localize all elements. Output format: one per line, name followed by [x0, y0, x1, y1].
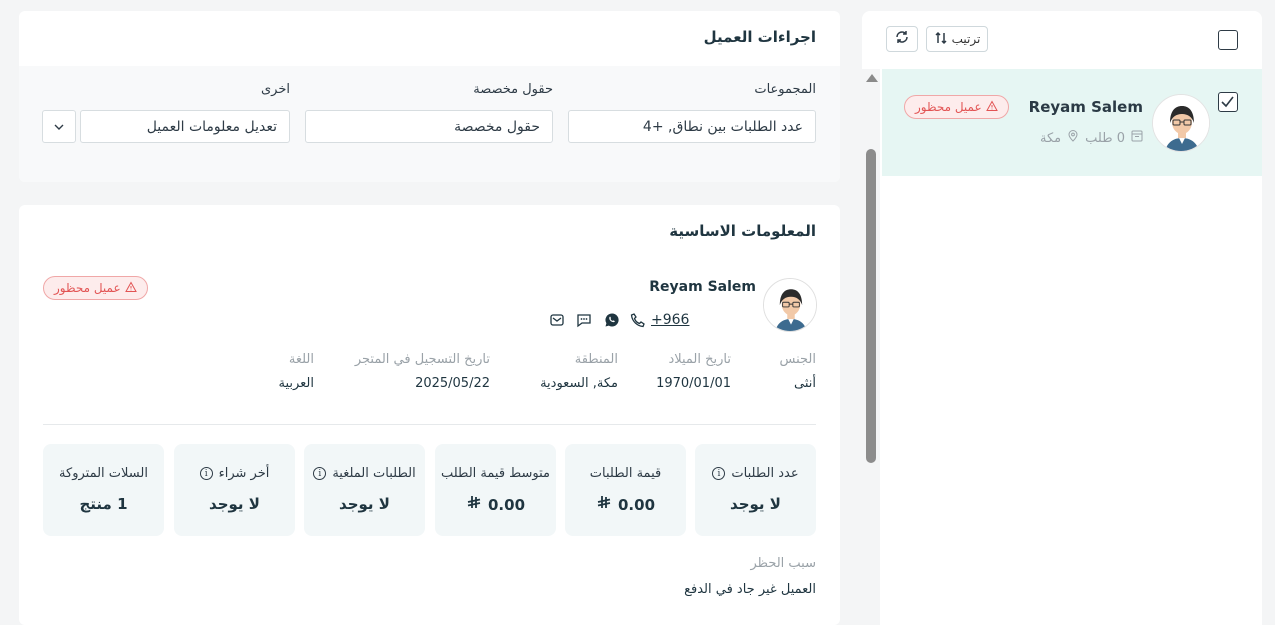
stat-label: متوسط قيمة الطلب: [440, 466, 551, 481]
groups-label: المجموعات: [754, 82, 816, 97]
check-icon: [1221, 96, 1234, 108]
customer-name: Reyam Salem: [649, 279, 756, 295]
basic-info-card: المعلومات الاساسية Reyam Salem +966 عميل…: [19, 205, 840, 625]
other-label: اخرى: [261, 82, 290, 97]
info-registration-date: تاريخ التسجيل في المتجر 2025/05/22: [355, 352, 490, 391]
info-language: اللغة العربية: [278, 352, 314, 391]
stat-value: 0.00: [488, 496, 526, 514]
info-icon[interactable]: i: [313, 467, 327, 480]
chat-icon[interactable]: [575, 311, 593, 329]
stat-last-purchase: أخر شراء i لا يوجد: [174, 444, 295, 536]
stat-value: لا يوجد: [339, 495, 390, 513]
customer-list-item[interactable]: Reyam Salem 0 طلب مكة عميل محظور: [882, 69, 1262, 176]
riyal-currency-icon: [466, 495, 482, 515]
warning-icon: [124, 280, 137, 296]
email-icon[interactable]: [548, 311, 566, 329]
info-label: الجنس: [779, 352, 816, 367]
customer-city: مكة: [1040, 130, 1062, 146]
sort-label: ترتيب: [951, 32, 981, 46]
stat-cancelled-orders: الطلبات الملغية i لا يوجد: [304, 444, 425, 536]
info-birthdate: تاريخ الميلاد 1970/01/01: [656, 352, 731, 391]
stat-abandoned-carts: السلات المتروكة 1 منتج: [43, 444, 164, 536]
info-label: تاريخ الميلاد: [668, 352, 731, 367]
actions-body: المجموعات عدد الطلبات بين نطاق, +4 حقول …: [19, 66, 840, 182]
info-value: 1970/01/01: [656, 376, 731, 391]
refresh-icon: [894, 29, 910, 49]
location-icon: [1067, 130, 1079, 146]
badge-label: عميل محظور: [54, 281, 121, 295]
info-region: المنطقة مكة, السعودية: [540, 352, 618, 391]
card-title: اجراءات العميل: [703, 28, 816, 46]
status-badge: عميل محظور: [43, 276, 148, 300]
customer-meta: 0 طلب مكة: [1040, 130, 1143, 146]
stat-value: 1 منتج: [79, 495, 128, 513]
stat-value: لا يوجد: [730, 495, 781, 513]
phone-icon[interactable]: [629, 311, 647, 329]
customer-list-panel: ترتيب Reyam Salem 0 طلب مكة عميل محظور: [862, 11, 1262, 625]
info-label: اللغة: [288, 352, 314, 367]
info-icon[interactable]: i: [712, 467, 726, 480]
refresh-button[interactable]: [886, 26, 918, 52]
whatsapp-icon[interactable]: [603, 311, 621, 329]
customer-name: Reyam Salem: [1028, 98, 1143, 116]
ban-reason-label: سبب الحظر: [750, 556, 816, 571]
stat-label: أخر شراء: [218, 466, 270, 481]
ban-reason-value: العميل غير جاد في الدفع: [684, 582, 816, 597]
info-value: مكة, السعودية: [540, 376, 618, 391]
stat-orders-value: قيمة الطلبات 0.00: [565, 444, 686, 536]
stat-label: السلات المتروكة: [59, 466, 148, 481]
riyal-currency-icon: [596, 495, 612, 515]
info-icon[interactable]: i: [199, 467, 213, 480]
stat-label: عدد الطلبات: [731, 466, 799, 481]
orders-icon: [1131, 130, 1143, 146]
stat-value: لا يوجد: [209, 495, 260, 513]
status-badge: عميل محظور: [904, 95, 1009, 119]
sort-icon: [934, 31, 948, 48]
scrollbar-thumb[interactable]: [866, 149, 876, 463]
stat-label: الطلبات الملغية: [332, 466, 416, 481]
avatar: [1152, 94, 1210, 152]
customer-actions-card: اجراءات العميل المجموعات عدد الطلبات بين…: [19, 11, 840, 182]
chevron-down-icon: [54, 124, 64, 130]
other-actions-select[interactable]: تعديل معلومات العميل: [80, 110, 290, 143]
warning-icon: [985, 99, 998, 115]
avatar: [763, 278, 817, 332]
list-toolbar: ترتيب: [862, 11, 1262, 69]
other-actions-dropdown[interactable]: [42, 110, 76, 143]
select-all-checkbox[interactable]: [1218, 30, 1238, 50]
info-gender: الجنس أنثى: [780, 352, 816, 391]
custom-fields-field[interactable]: حقول مخصصة: [305, 110, 553, 143]
card-title: المعلومات الاساسية: [669, 222, 816, 240]
stat-value: 0.00: [618, 496, 656, 514]
customer-row-checkbox[interactable]: [1218, 92, 1238, 112]
stat-label: قيمة الطلبات: [589, 466, 662, 481]
groups-field[interactable]: عدد الطلبات بين نطاق, +4: [568, 110, 816, 143]
badge-label: عميل محظور: [915, 100, 982, 114]
list-scrollbar[interactable]: [862, 69, 880, 625]
stat-average-order: متوسط قيمة الطلب 0.00: [435, 444, 556, 536]
custom-fields-label: حقول مخصصة: [473, 82, 553, 97]
info-value: 2025/05/22: [415, 376, 490, 391]
scroll-up-arrow-icon[interactable]: [866, 74, 878, 82]
info-value: أنثى: [794, 376, 816, 391]
info-label: تاريخ التسجيل في المتجر: [354, 352, 490, 367]
phone-link[interactable]: +966: [651, 312, 756, 328]
sort-button[interactable]: ترتيب: [926, 26, 988, 52]
orders-count: 0 طلب: [1085, 130, 1125, 146]
stat-orders-count: عدد الطلبات i لا يوجد: [695, 444, 816, 536]
info-label: المنطقة: [574, 352, 618, 367]
info-value: العربية: [278, 376, 314, 391]
divider: [43, 424, 816, 425]
